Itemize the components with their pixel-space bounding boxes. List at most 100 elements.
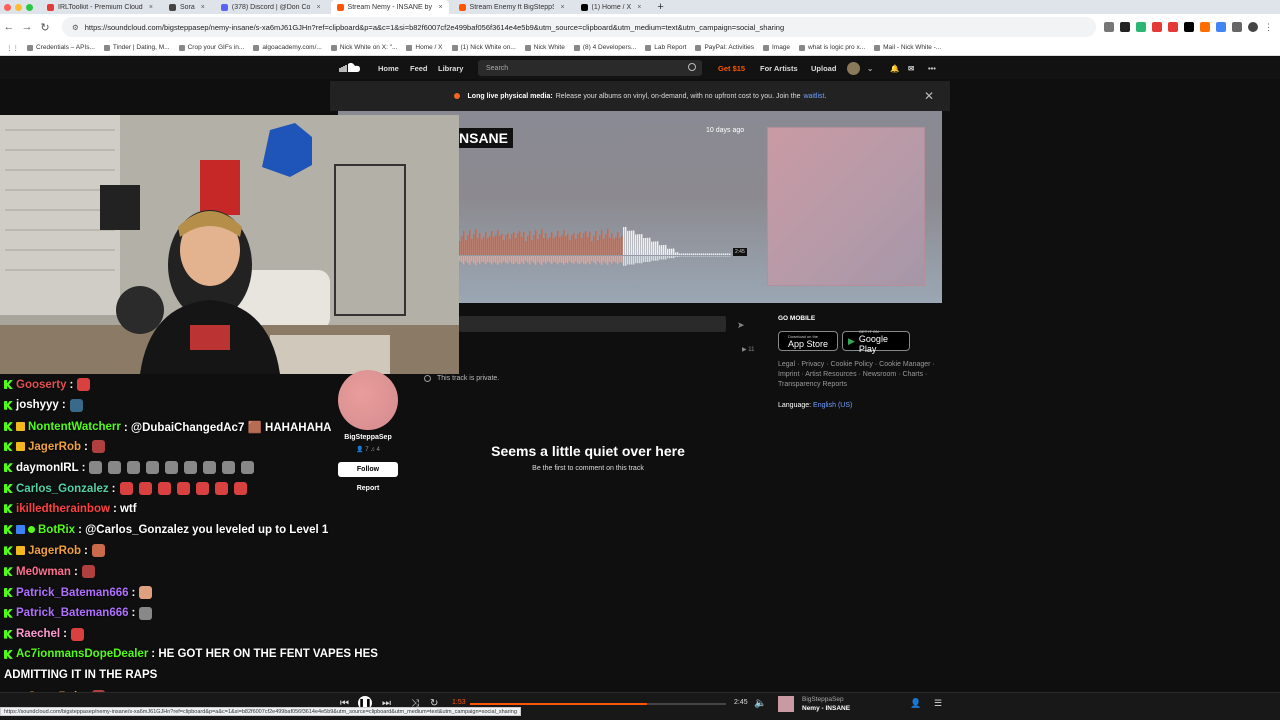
- waveform[interactable]: [459, 222, 739, 266]
- extension-icon[interactable]: [1136, 22, 1146, 32]
- bookmark-item[interactable]: (8) 4 Developers...: [573, 44, 636, 51]
- close-tab-icon[interactable]: ×: [432, 4, 442, 11]
- bookmark-item[interactable]: what is logic pro x...: [799, 44, 865, 51]
- browser-tab[interactable]: Stream Enemy ft BigSteppSe ×: [453, 0, 571, 14]
- upload-link[interactable]: Upload: [811, 57, 836, 79]
- browser-tab[interactable]: Stream Nemy - INSANE by B ×: [330, 0, 449, 14]
- chat-username[interactable]: ikilledtherainbow: [16, 503, 110, 515]
- browser-tab[interactable]: IRLToolkit - Premium Cloud S ×: [41, 0, 159, 14]
- back-icon[interactable]: ←: [0, 21, 18, 33]
- forward-icon[interactable]: →: [18, 21, 36, 33]
- extension-icon[interactable]: [1104, 22, 1114, 32]
- soundcloud-logo-icon[interactable]: [338, 57, 362, 79]
- new-tab-button[interactable]: +: [651, 0, 669, 14]
- player-artwork[interactable]: [778, 696, 794, 712]
- player-artist[interactable]: BigSteppaSep: [802, 696, 844, 703]
- close-tab-icon[interactable]: ×: [631, 4, 641, 11]
- bookmark-item[interactable]: Lab Report: [645, 44, 686, 51]
- bell-icon[interactable]: 🔔: [890, 57, 899, 79]
- extension-icon[interactable]: [1184, 22, 1194, 32]
- bookmark-item[interactable]: Crop your GIFs in...: [178, 44, 244, 51]
- extension-icon[interactable]: [1216, 22, 1226, 32]
- get-15-button[interactable]: Get $15: [718, 57, 745, 79]
- chat-message: Me0wman:: [4, 565, 101, 579]
- comment-input[interactable]: [459, 316, 726, 332]
- close-window-button[interactable]: [4, 3, 11, 11]
- follow-button[interactable]: Follow: [338, 462, 398, 477]
- close-tab-icon[interactable]: ×: [143, 4, 153, 11]
- artist-avatar[interactable]: [338, 370, 398, 430]
- bookmark-item[interactable]: Credentials – APIs...: [27, 44, 95, 51]
- artist-name[interactable]: BigSteppaSep: [338, 434, 398, 441]
- chat-username[interactable]: Patrick_Bateman666: [16, 587, 129, 599]
- chat-username[interactable]: Carlos_Gonzalez: [16, 483, 109, 495]
- follow-user-icon[interactable]: 👤: [910, 698, 921, 709]
- chat-username[interactable]: joshyyy: [16, 399, 59, 411]
- chat-username[interactable]: Patrick_Bateman666: [16, 607, 129, 619]
- browser-tab[interactable]: (378) Discord | @Don Co ×: [215, 0, 327, 14]
- language-selector[interactable]: Language: English (US): [778, 402, 852, 409]
- waveform-bar: [557, 231, 559, 255]
- google-play-button[interactable]: ▶ GET IT ON Google Play: [842, 329, 910, 354]
- report-button[interactable]: Report: [338, 485, 398, 492]
- artist-stats: 👤 7 ♫ 4: [356, 447, 380, 453]
- chat-username[interactable]: Ac7ionmansDopeDealer: [16, 648, 148, 660]
- player-track[interactable]: Nemy - INSANE: [802, 705, 850, 712]
- chat-username[interactable]: Raechel: [16, 628, 60, 640]
- footer-links[interactable]: Legal · Privacy · Cookie Policy · Cookie…: [778, 360, 948, 390]
- waveform-reflection: [593, 256, 595, 263]
- site-info-icon[interactable]: ⚙: [72, 23, 79, 32]
- queue-icon[interactable]: ☰: [934, 698, 942, 709]
- chat-username[interactable]: Me0wman: [16, 566, 71, 578]
- browser-tab[interactable]: Sora ×: [163, 0, 211, 14]
- puzzle-icon[interactable]: [1232, 22, 1242, 32]
- bookmark-item[interactable]: algoacademy.com/...: [253, 44, 322, 51]
- search-input[interactable]: Search: [478, 60, 702, 76]
- bookmark-item[interactable]: Tinder | Dating, M...: [103, 44, 170, 51]
- nav-library[interactable]: Library: [438, 57, 463, 79]
- chat-username[interactable]: JagerRob: [28, 441, 81, 453]
- profile-icon[interactable]: [1248, 22, 1258, 32]
- chat-username[interactable]: BotRix: [38, 524, 75, 536]
- app-store-button[interactable]: Download on the App Store: [778, 331, 838, 351]
- chevron-down-icon[interactable]: ⌄: [867, 57, 873, 79]
- zoom-window-button[interactable]: [26, 3, 33, 11]
- bookmark-item[interactable]: Image: [762, 44, 790, 51]
- bookmark-item[interactable]: Nick White on X: "...: [330, 44, 397, 51]
- bookmark-item[interactable]: PayPal: Activities: [695, 44, 754, 51]
- chat-username[interactable]: NontentWatcherr: [28, 421, 121, 433]
- close-tab-icon[interactable]: ×: [310, 4, 320, 11]
- browser-tab[interactable]: (1) Home / X ×: [575, 0, 648, 14]
- bookmark-item[interactable]: Mail - Nick White -...: [874, 44, 941, 51]
- search-icon[interactable]: [688, 63, 696, 71]
- bookmark-item[interactable]: Nick White: [524, 44, 565, 51]
- close-tab-icon[interactable]: ×: [554, 4, 564, 11]
- close-icon[interactable]: ✕: [924, 89, 934, 103]
- nav-home[interactable]: Home: [378, 57, 399, 79]
- chat-username[interactable]: Gooserty: [16, 379, 67, 391]
- progress-bar[interactable]: [470, 703, 726, 705]
- for-artists-link[interactable]: For Artists: [760, 57, 798, 79]
- close-tab-icon[interactable]: ×: [195, 4, 205, 11]
- extension-icon[interactable]: [1168, 22, 1178, 32]
- volume-icon[interactable]: 🔈: [754, 698, 766, 709]
- user-avatar[interactable]: [847, 57, 860, 79]
- url-bar[interactable]: ⚙ https://soundcloud.com/bigsteppasep/ne…: [62, 17, 1096, 37]
- bookmark-item[interactable]: (1) Nick White on...: [451, 44, 516, 51]
- extension-icon[interactable]: [1200, 22, 1210, 32]
- more-icon[interactable]: •••: [928, 57, 936, 79]
- chat-username[interactable]: daymonIRL: [16, 462, 79, 474]
- waitlist-link[interactable]: waitlist: [803, 93, 824, 100]
- language-value[interactable]: English (US): [813, 402, 852, 409]
- menu-dots-icon[interactable]: ⋮: [1264, 22, 1274, 32]
- chat-username[interactable]: JagerRob: [28, 545, 81, 557]
- bookmark-item[interactable]: Home / X: [406, 44, 443, 51]
- minimize-window-button[interactable]: [15, 3, 22, 11]
- apps-icon[interactable]: ⋮⋮: [6, 44, 19, 52]
- extension-icon[interactable]: [1120, 22, 1130, 32]
- reload-icon[interactable]: ↻: [36, 21, 54, 34]
- mail-icon[interactable]: ✉: [908, 57, 914, 79]
- send-icon[interactable]: ➤: [737, 320, 745, 331]
- extension-icon[interactable]: [1152, 22, 1162, 32]
- nav-feed[interactable]: Feed: [410, 57, 428, 79]
